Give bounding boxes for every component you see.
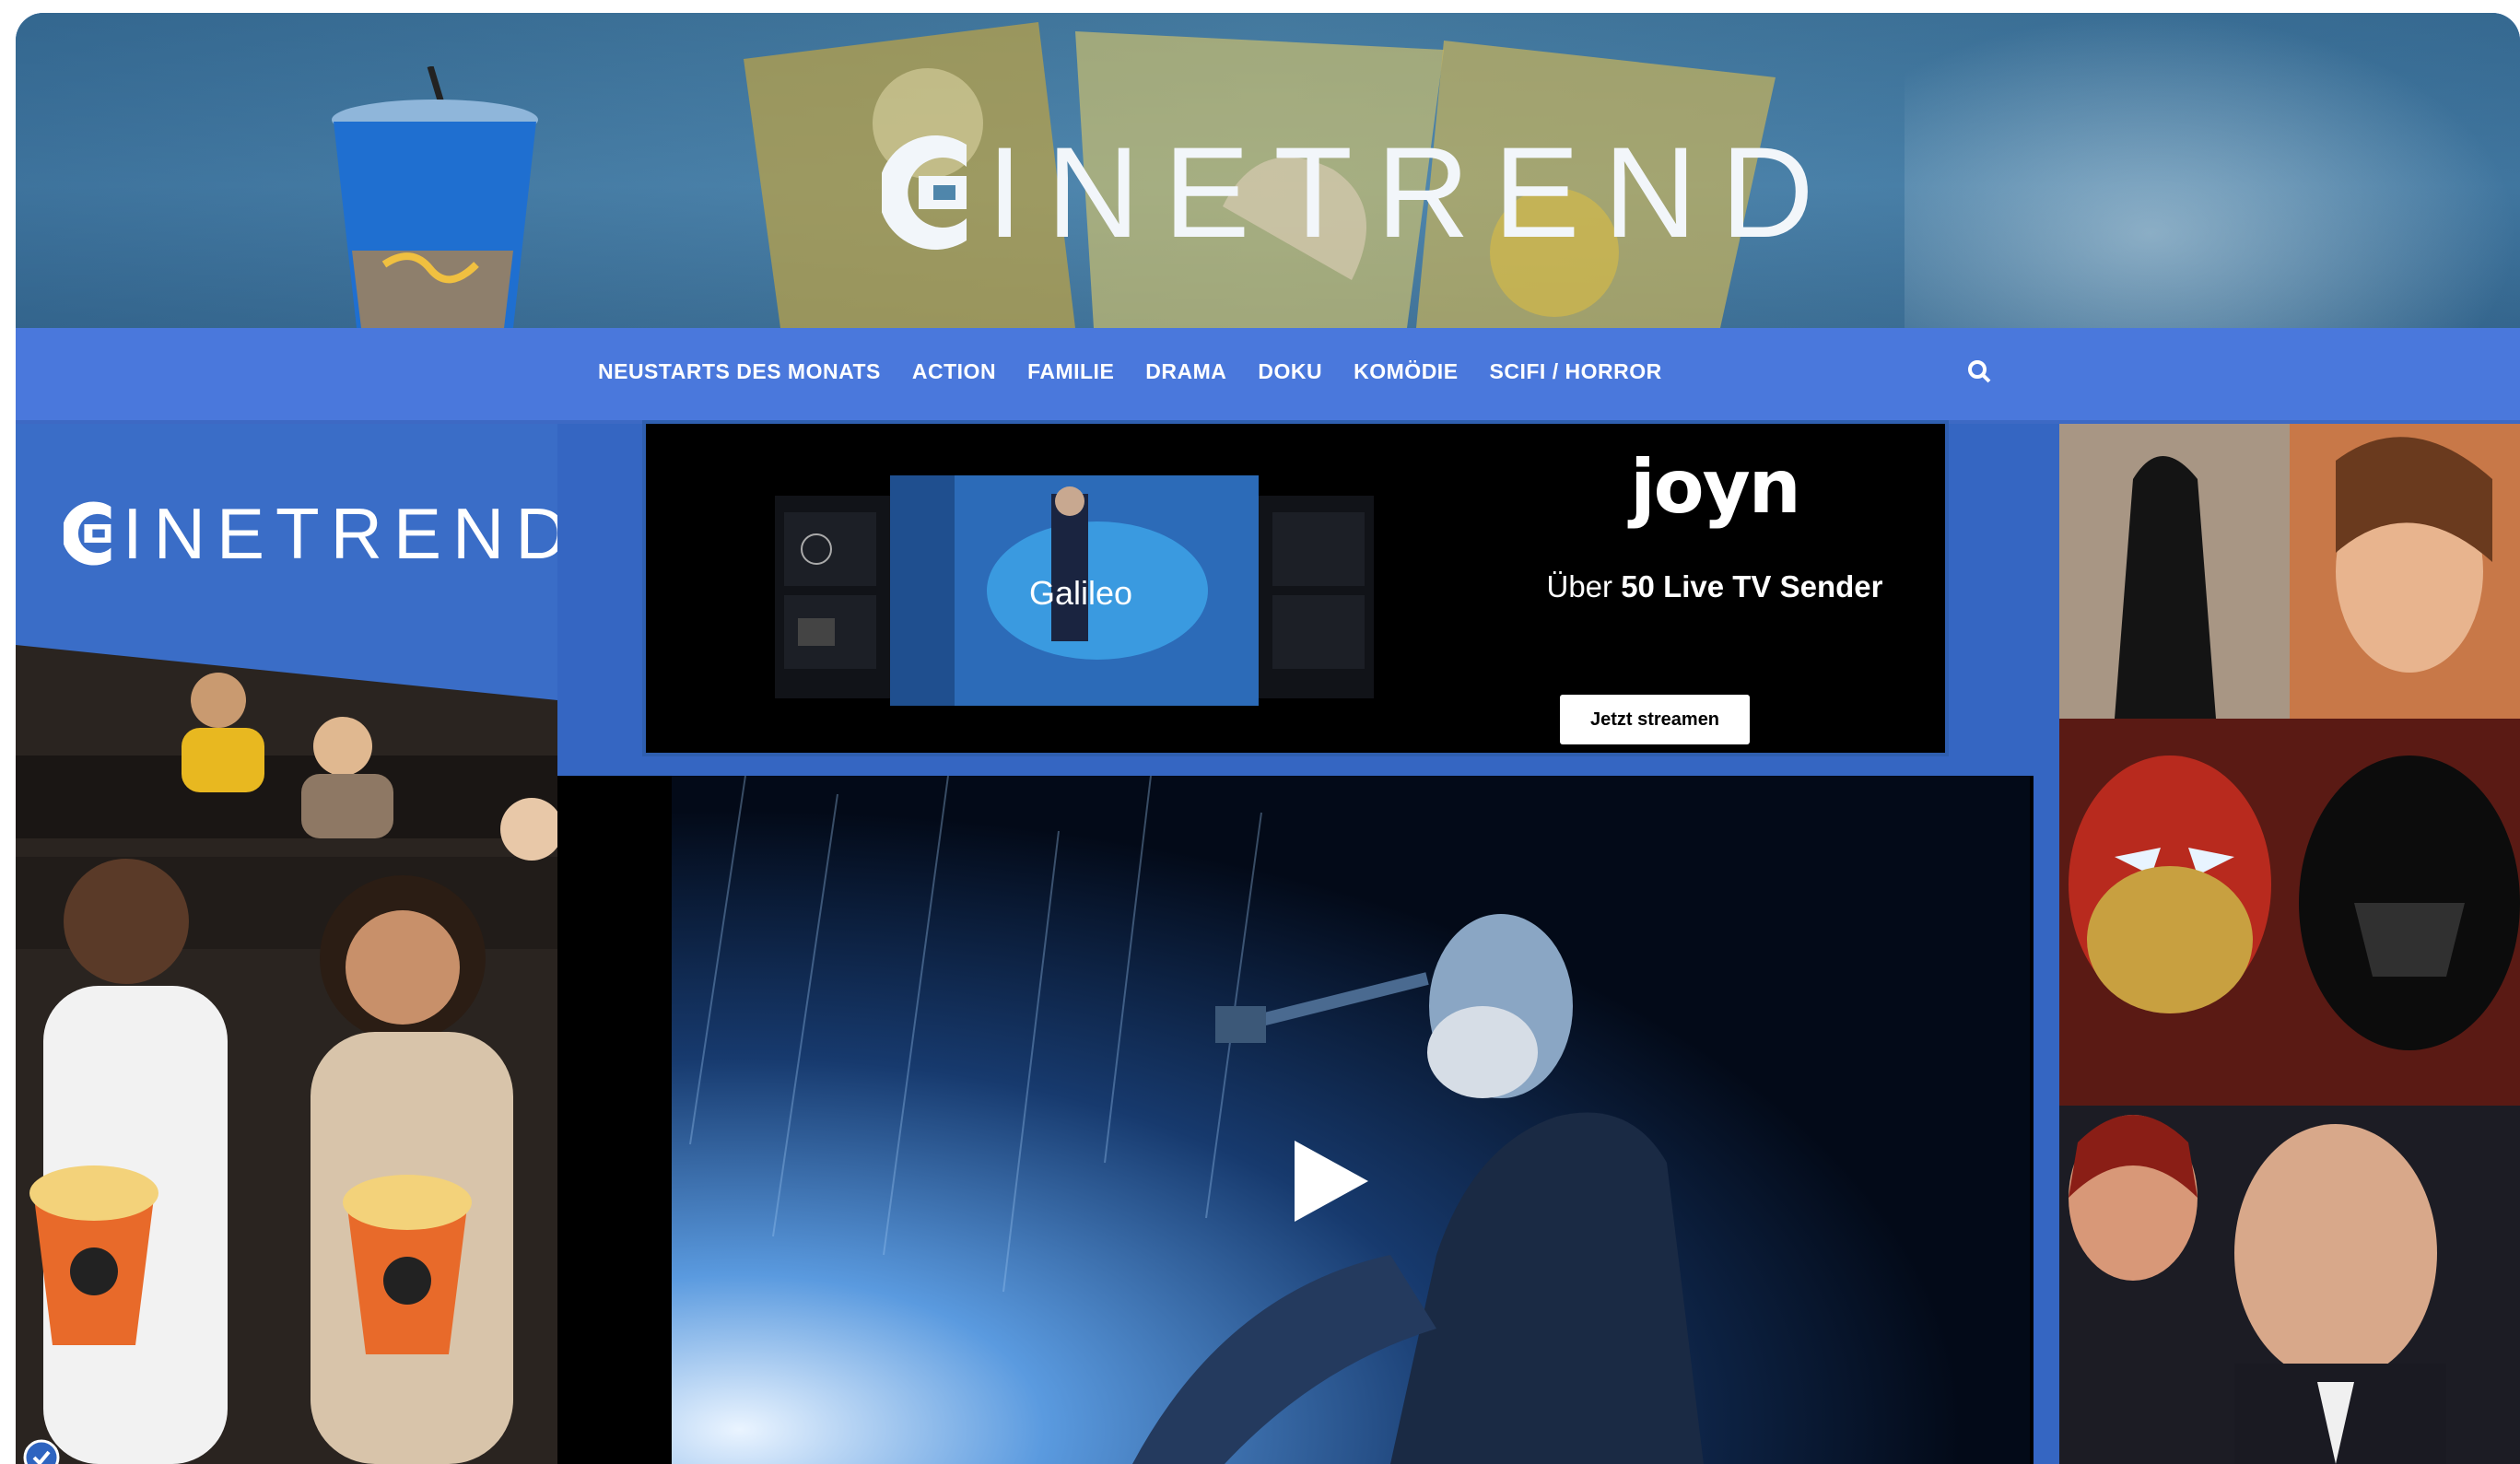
ad-tagline-bold: 50 Live TV Sender — [1621, 569, 1883, 603]
nav-item-familie[interactable]: Familie — [1027, 359, 1114, 384]
privacy-settings-icon[interactable] — [23, 1439, 60, 1464]
nav-item-action[interactable]: Action — [912, 359, 996, 384]
play-icon[interactable] — [1289, 1135, 1372, 1227]
hand-blur-image — [1905, 13, 2520, 328]
stream-now-button[interactable]: Jetzt streamen — [1560, 695, 1750, 744]
movie-scene-image — [672, 776, 2030, 1464]
nav-item-neustarts[interactable]: Neustarts des Monats — [598, 359, 881, 384]
tv-app-mockup-image: Galileo — [775, 475, 1374, 706]
drink-cup-image — [332, 66, 538, 328]
cinema-audience-image — [16, 645, 557, 1464]
joyn-ad-banner[interactable]: Galileo joyn Über 50 Live TV Sender Jetz… — [642, 420, 1949, 756]
header-logo-text: INETREND — [987, 120, 1838, 264]
video-player[interactable] — [557, 776, 2034, 1464]
ad-tagline-prefix: Über — [1546, 569, 1622, 603]
right-skyscraper-movie-collage[interactable] — [2059, 424, 2520, 1464]
cinetrend-logo-icon — [64, 501, 111, 566]
nav-list: Neustarts des Monats Action Familie Dram… — [598, 359, 1662, 384]
nav-item-komoedie[interactable]: Komödie — [1354, 359, 1458, 384]
ad-tagline: Über 50 Live TV Sender — [1480, 569, 1945, 604]
mockup-show-title: Galileo — [1029, 574, 1132, 612]
main-navigation: Neustarts des Monats Action Familie Dram… — [16, 328, 2520, 424]
search-icon[interactable] — [1965, 357, 1993, 385]
nav-item-doku[interactable]: Doku — [1258, 359, 1322, 384]
left-logo: INETREND — [64, 498, 557, 569]
left-logo-text: INETREND — [123, 493, 557, 574]
site-header: INETREND — [16, 13, 2520, 328]
nav-item-scifi-horror[interactable]: SciFi / Horror — [1490, 359, 1662, 384]
nav-item-drama[interactable]: Drama — [1145, 359, 1226, 384]
joyn-logo: joyn — [1630, 444, 1800, 530]
header-logo[interactable]: INETREND — [882, 114, 1838, 271]
left-skyscraper-ad[interactable]: INETREND — [16, 424, 557, 1464]
page-frame: INETREND Neustarts des Monats Action Fam… — [16, 13, 2520, 1464]
cinetrend-logo-icon — [882, 135, 967, 250]
